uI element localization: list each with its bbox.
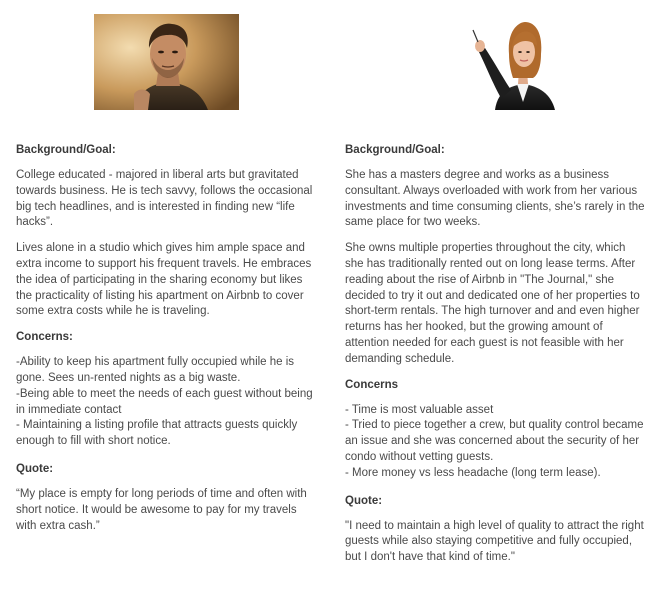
- background-paragraph: She owns multiple properties throughout …: [345, 242, 640, 365]
- concerns-heading: Concerns:: [16, 331, 73, 344]
- concern-item: - Time is most valuable asset: [345, 403, 494, 416]
- quote-heading: Quote:: [16, 462, 54, 475]
- persona-content-right: Background/Goal: She has a masters degre…: [345, 143, 645, 576]
- background-heading: Background/Goal:: [345, 144, 445, 156]
- concern-item: -Being able to meet the needs of each gu…: [16, 387, 313, 416]
- background-paragraph: She has a masters degree and works as a …: [345, 169, 645, 229]
- concern-item: - Tried to piece together a crew, but qu…: [345, 419, 644, 463]
- concern-item: - More money vs less headache (long term…: [345, 466, 601, 479]
- quote-text: “My place is empty for long periods of t…: [16, 487, 307, 532]
- man-portrait-photo: [94, 14, 239, 110]
- persona-content-left: Background/Goal: College educated - majo…: [16, 143, 316, 544]
- concern-item: -Ability to keep his apartment fully occ…: [16, 356, 295, 384]
- quote-heading: Quote:: [345, 494, 383, 507]
- background-paragraph: College educated - majored in liberal ar…: [16, 169, 313, 229]
- concerns-list: -Ability to keep his apartment fully occ…: [16, 355, 316, 450]
- concern-item: - Maintaining a listing profile that att…: [16, 419, 298, 448]
- concerns-list: - Time is most valuable asset - Tried to…: [345, 403, 645, 482]
- background-heading: Background/Goal:: [16, 144, 116, 156]
- quote-text: "I need to maintain a high level of qual…: [345, 519, 644, 564]
- concerns-heading: Concerns: [345, 378, 399, 391]
- background-paragraph: Lives alone in a studio which gives him …: [16, 242, 312, 318]
- businesswoman-portrait-photo: [423, 14, 568, 110]
